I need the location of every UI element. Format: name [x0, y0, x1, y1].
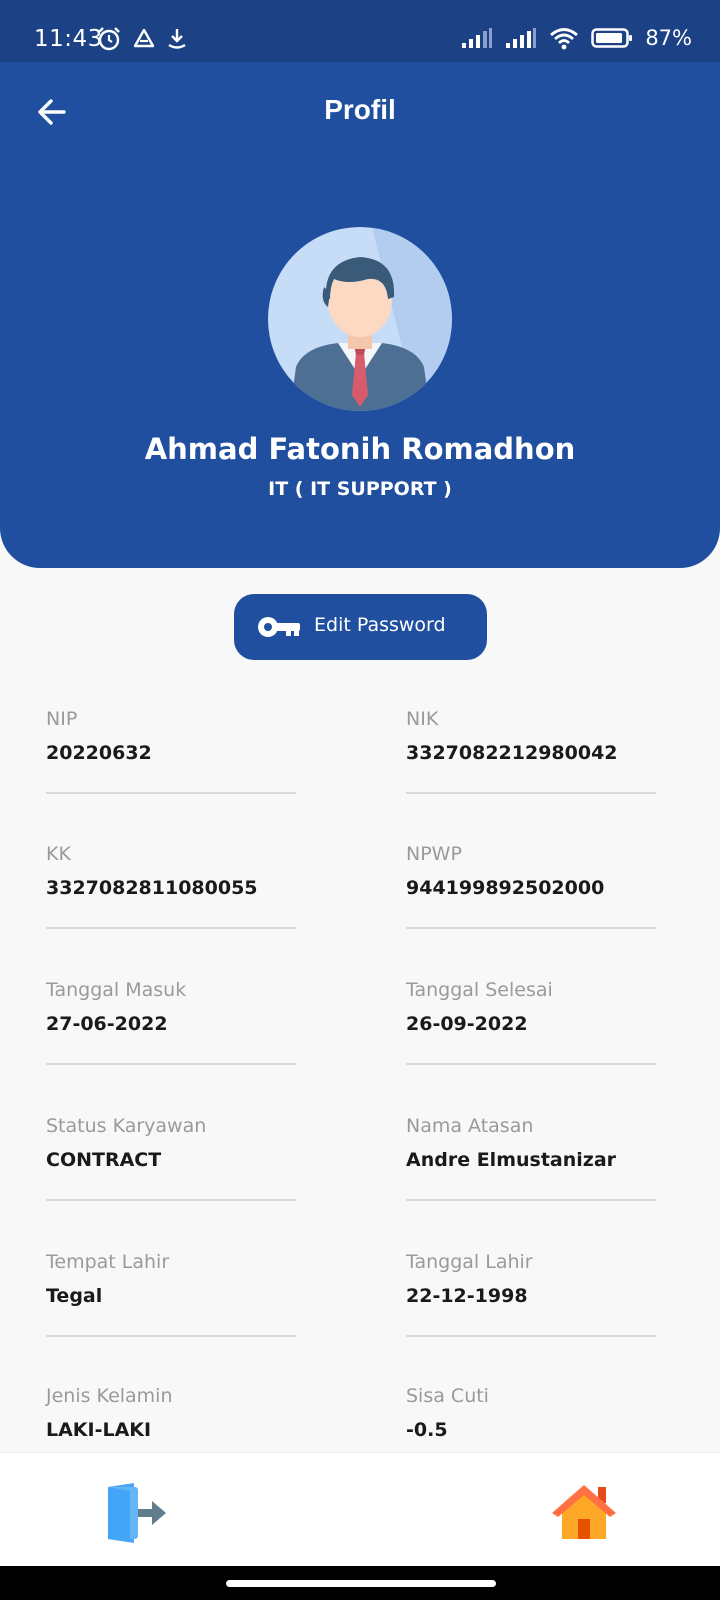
field-value: Andre Elmustanizar	[406, 1149, 617, 1171]
status-bar: 11:43 87%	[0, 0, 720, 62]
field-label: Status Karyawan	[46, 1115, 207, 1137]
field-label: Tempat Lahir	[46, 1251, 170, 1273]
field-label: NIK	[406, 708, 439, 730]
battery-icon	[591, 28, 633, 48]
field-label: Sisa Cuti	[406, 1385, 489, 1407]
page-title: Profil	[324, 94, 396, 125]
signal-icon	[462, 28, 493, 48]
field-value: -0.5	[406, 1419, 448, 1441]
key-icon	[258, 617, 300, 637]
field-status-karyawan: Status Karyawan CONTRACT	[46, 1115, 296, 1201]
drive-icon	[133, 28, 155, 48]
logout-door-icon[interactable]	[104, 1483, 168, 1543]
field-label: KK	[46, 843, 71, 865]
field-value: 944199892502000	[406, 877, 605, 899]
businessman-avatar-icon	[268, 227, 452, 411]
field-value: 27-06-2022	[46, 1013, 168, 1035]
field-label: Tanggal Selesai	[406, 979, 553, 1001]
field-nik: NIK 3327082212980042	[406, 708, 656, 794]
user-name: Ahmad Fatonih Romadhon	[144, 432, 576, 466]
field-npwp: NPWP 944199892502000	[406, 843, 656, 929]
home-icon[interactable]	[552, 1483, 616, 1539]
field-label: Tanggal Lahir	[406, 1251, 533, 1273]
status-time: 11:43	[34, 26, 103, 52]
field-nip: NIP 20220632	[46, 708, 296, 794]
field-label: Jenis Kelamin	[46, 1385, 173, 1407]
field-tanggal-masuk: Tanggal Masuk 27-06-2022	[46, 979, 296, 1065]
field-kk: KK 3327082811080055	[46, 843, 296, 929]
system-navigation-bar	[0, 1566, 720, 1600]
field-nama-atasan: Nama Atasan Andre Elmustanizar	[406, 1115, 656, 1201]
field-value: 26-09-2022	[406, 1013, 528, 1035]
field-label: NIP	[46, 708, 78, 730]
signal-icon-2	[506, 28, 537, 48]
home-indicator[interactable]	[226, 1580, 496, 1587]
download-icon	[168, 29, 186, 49]
field-value: 22-12-1998	[406, 1285, 528, 1307]
field-label: Nama Atasan	[406, 1115, 534, 1137]
bottom-nav	[0, 1452, 720, 1566]
field-tempat-lahir: Tempat Lahir Tegal	[46, 1251, 296, 1337]
profile-header: Profil Ahmad Fatonih Romadhon IT ( IT SU…	[0, 62, 720, 568]
field-value: LAKI-LAKI	[46, 1419, 152, 1441]
field-label: Tanggal Masuk	[46, 979, 187, 1001]
field-tanggal-selesai: Tanggal Selesai 26-09-2022	[406, 979, 656, 1065]
field-value: 3327082811080055	[46, 877, 258, 899]
field-value: CONTRACT	[46, 1149, 162, 1171]
alarm-icon	[98, 27, 120, 51]
field-label: NPWP	[406, 843, 462, 865]
field-value: 20220632	[46, 742, 152, 764]
battery-percent: 87%	[645, 26, 692, 50]
edit-password-button[interactable]: Edit Password	[234, 594, 487, 660]
user-department: IT ( IT SUPPORT )	[268, 478, 452, 500]
field-value: Tegal	[46, 1285, 103, 1307]
field-value: 3327082212980042	[406, 742, 618, 764]
status-system-icons: 87%	[461, 26, 692, 50]
wifi-icon	[550, 28, 579, 50]
status-notification-icons	[96, 26, 188, 52]
field-tanggal-lahir: Tanggal Lahir 22-12-1998	[406, 1251, 656, 1337]
edit-password-label: Edit Password	[314, 614, 446, 636]
